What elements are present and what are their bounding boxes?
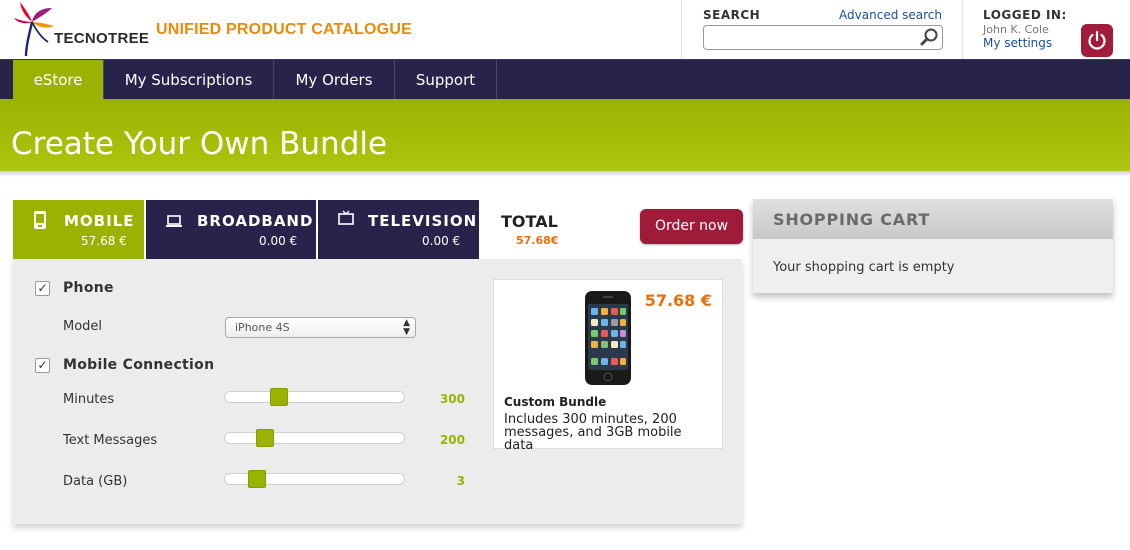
my-settings-link[interactable]: My settings bbox=[983, 36, 1083, 50]
model-select-value: iPhone 4S bbox=[235, 321, 290, 334]
model-select[interactable]: iPhone 4S ▲ ▼ bbox=[225, 317, 416, 338]
search-block: SEARCH Advanced search bbox=[681, 0, 963, 60]
minutes-slider[interactable] bbox=[224, 388, 405, 406]
header: TECNOTREE UNIFIED PRODUCT CATALOGUE SEAR… bbox=[0, 0, 1130, 60]
phone-label: Phone bbox=[63, 280, 114, 296]
logged-in-label: LOGGED IN: bbox=[983, 8, 1067, 22]
product-description: Includes 300 minutes, 200 messages, and … bbox=[504, 412, 682, 453]
text-messages-value: 200 bbox=[439, 433, 465, 447]
nav-item-estore[interactable]: eStore bbox=[13, 60, 104, 100]
order-now-button[interactable]: Order now bbox=[640, 209, 743, 244]
tab-mobile-label: MOBILE bbox=[64, 212, 135, 230]
select-arrows-icon: ▲ ▼ bbox=[403, 318, 410, 337]
logout-button[interactable] bbox=[1081, 24, 1113, 57]
nav-item-my-orders[interactable]: My Orders bbox=[274, 60, 395, 100]
nav-item-support[interactable]: Support bbox=[395, 60, 497, 100]
shopping-cart-header: SHOPPING CART bbox=[753, 199, 1113, 239]
user-name: John K. Cole bbox=[983, 23, 1049, 36]
logo-mark bbox=[14, 2, 54, 57]
search-input[interactable] bbox=[703, 25, 943, 50]
tab-mobile-price: 57.68 € bbox=[81, 234, 127, 248]
tv-icon bbox=[338, 210, 354, 230]
minutes-value: 300 bbox=[439, 392, 465, 406]
data-gb-label: Data (GB) bbox=[63, 474, 128, 489]
minutes-label: Minutes bbox=[63, 392, 115, 407]
logo-text: TECNOTREE bbox=[54, 30, 150, 47]
shopping-cart: SHOPPING CART Your shopping cart is empt… bbox=[753, 199, 1113, 293]
mobile-connection-label: Mobile Connection bbox=[63, 357, 215, 373]
product-price: 57.68 € bbox=[644, 291, 712, 310]
product-name: Custom Bundle bbox=[504, 395, 607, 409]
shopping-cart-title: SHOPPING CART bbox=[773, 210, 931, 229]
nav-item-my-subscriptions[interactable]: My Subscriptions bbox=[104, 60, 274, 100]
laptop-icon bbox=[166, 213, 182, 232]
data-gb-value: 3 bbox=[456, 474, 465, 488]
shopping-cart-empty-text: Your shopping cart is empty bbox=[773, 260, 955, 275]
total-value: 57.68€ bbox=[516, 234, 559, 247]
tab-broadband[interactable]: BROADBAND 0.00 € bbox=[146, 200, 316, 259]
text-messages-slider-thumb[interactable] bbox=[256, 429, 274, 447]
text-messages-label: Text Messages bbox=[63, 433, 158, 448]
page-title: Create Your Own Bundle bbox=[11, 126, 388, 162]
login-block: LOGGED IN: John K. Cole My settings bbox=[983, 8, 1083, 50]
advanced-search-link[interactable]: Advanced search bbox=[839, 8, 942, 22]
magnifier-icon[interactable] bbox=[919, 27, 941, 47]
power-icon bbox=[1088, 30, 1106, 50]
tab-broadband-label: BROADBAND bbox=[197, 212, 314, 230]
banner-shadow bbox=[0, 171, 1130, 177]
mobile-phone-icon bbox=[33, 210, 47, 234]
phone-checkbox[interactable]: ✓ bbox=[35, 281, 50, 296]
main-nav: eStore My Subscriptions My Orders Suppor… bbox=[0, 59, 1130, 100]
tab-television-price: 0.00 € bbox=[422, 234, 461, 248]
data-gb-slider[interactable] bbox=[224, 470, 405, 488]
tab-broadband-price: 0.00 € bbox=[259, 234, 298, 248]
tab-television[interactable]: TELEVISION 0.00 € bbox=[318, 200, 479, 259]
catalogue-title: UNIFIED PRODUCT CATALOGUE bbox=[156, 21, 412, 38]
total-label: TOTAL bbox=[501, 212, 558, 231]
tab-mobile[interactable]: MOBILE 57.68 € bbox=[13, 200, 144, 259]
product-card: 57.68 € Custom Bundle Includes 300 minut… bbox=[493, 279, 723, 453]
text-messages-slider[interactable] bbox=[224, 429, 405, 447]
mobile-connection-checkbox[interactable]: ✓ bbox=[35, 358, 50, 373]
tecnotree-logo[interactable]: TECNOTREE bbox=[12, 0, 149, 58]
tab-television-label: TELEVISION bbox=[368, 212, 478, 230]
data-gb-slider-thumb[interactable] bbox=[248, 470, 266, 488]
search-label: SEARCH bbox=[703, 8, 761, 22]
model-label: Model bbox=[63, 319, 103, 334]
minutes-slider-thumb[interactable] bbox=[270, 388, 288, 406]
iphone-image bbox=[585, 291, 631, 385]
